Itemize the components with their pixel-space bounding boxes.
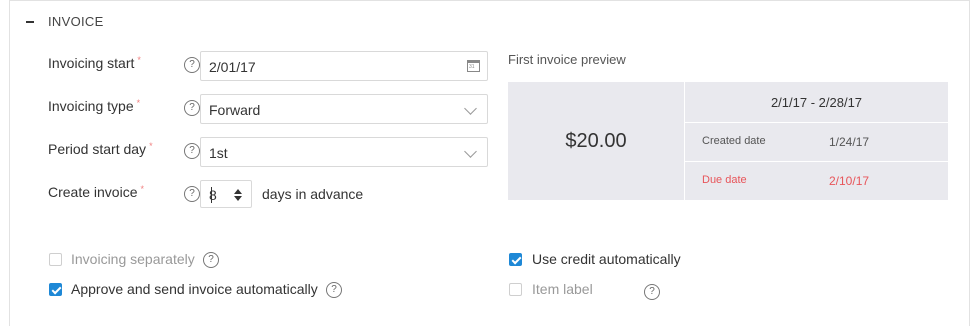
divider [685, 161, 948, 162]
collapse-icon[interactable] [24, 14, 40, 30]
use-credit-checkbox[interactable] [509, 253, 522, 266]
help-icon[interactable]: ? [184, 186, 200, 202]
item-label-checkbox[interactable] [509, 283, 522, 296]
due-date-value: 2/10/17 [829, 174, 870, 188]
created-date-label: Created date [702, 135, 766, 147]
divider [685, 122, 948, 123]
help-icon[interactable]: ? [644, 284, 660, 300]
due-date-label: Due date [702, 174, 747, 186]
calendar-icon[interactable]: 31 [467, 60, 480, 72]
invoicing-start-date-input[interactable]: 2/01/17 31 [200, 51, 488, 81]
stepper-down-icon[interactable] [234, 196, 242, 201]
invoicing-type-select[interactable]: Forward [200, 94, 488, 124]
period-start-day-label: Period start day * [48, 141, 153, 157]
create-invoice-label: Create invoice * [48, 184, 145, 200]
preview-period: 2/1/17 - 2/28/17 [770, 94, 863, 110]
approve-send-checkbox[interactable] [49, 283, 62, 296]
preview-amount: $20.00 [565, 129, 627, 152]
required-mark: * [140, 184, 145, 194]
required-mark: * [136, 98, 141, 108]
period-start-day-select[interactable]: 1st [200, 137, 488, 167]
invoicing-separately-checkbox[interactable] [49, 253, 62, 266]
preview-title: First invoice preview [508, 52, 626, 67]
use-credit-label: Use credit automatically [532, 251, 681, 267]
invoicing-start-label: Invoicing start * [48, 55, 141, 71]
required-mark: * [137, 55, 141, 65]
help-icon[interactable]: ? [326, 282, 342, 298]
invoicing-type-label: Invoicing type * [48, 98, 141, 114]
chevron-down-icon [464, 145, 477, 158]
help-icon[interactable]: ? [184, 57, 200, 73]
stepper-up-icon[interactable] [234, 189, 242, 194]
text-cursor [211, 187, 212, 203]
chevron-down-icon [464, 102, 477, 115]
required-mark: * [149, 141, 153, 151]
invoicing-separately-label: Invoicing separately [71, 251, 195, 267]
approve-send-label: Approve and send invoice automatically [71, 281, 318, 297]
help-icon[interactable]: ? [184, 143, 200, 159]
days-in-advance-suffix: days in advance [262, 186, 364, 202]
section-title: INVOICE [48, 14, 104, 29]
help-icon[interactable]: ? [203, 252, 219, 268]
days-in-advance-stepper[interactable]: 8 [200, 180, 252, 208]
help-icon[interactable]: ? [184, 100, 200, 116]
created-date-value: 1/24/17 [829, 135, 870, 149]
item-label-label: Item label [532, 281, 593, 297]
